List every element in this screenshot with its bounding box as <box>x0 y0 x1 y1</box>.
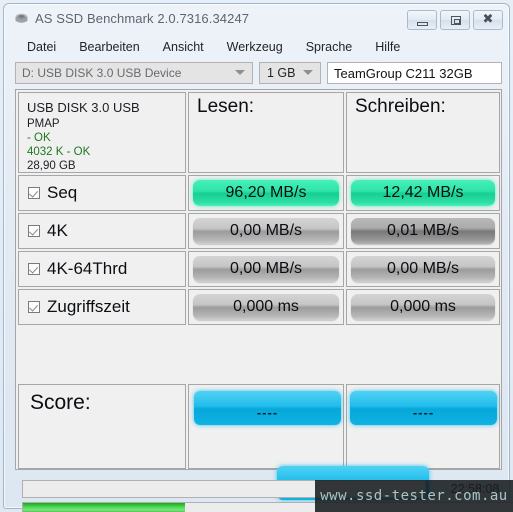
progress-bar-fill <box>23 503 186 512</box>
row-label-4k-64thrd[interactable]: 4K-64Thrd <box>18 251 186 287</box>
score-write-value[interactable]: ---- <box>350 391 497 425</box>
menu-item-datei[interactable]: Datei <box>27 40 56 54</box>
menu-item-sprache[interactable]: Sprache <box>306 40 353 54</box>
menu-bar: Datei Bearbeiten Ansicht Werkzeug Sprach… <box>5 36 508 58</box>
selector-row: D: USB DISK 3.0 USB Device 1 GB TeamGrou… <box>15 62 502 84</box>
row-label-4k[interactable]: 4K <box>18 213 186 249</box>
cell-4k-64thrd-write: 0,00 MB/s <box>346 251 500 287</box>
value-4k-write[interactable]: 0,01 MB/s <box>351 218 495 244</box>
drive-driver-status: - OK <box>27 132 51 144</box>
minimize-icon <box>417 22 428 26</box>
value-zugriffszeit-write[interactable]: 0,000 ms <box>351 294 495 320</box>
results-grid: USB DISK 3.0 USB PMAP - OK 4032 K - OK 2… <box>15 89 502 500</box>
drive-alignment: 4032 K - OK <box>27 146 91 158</box>
window-title: AS SSD Benchmark 2.0.7316.34247 <box>35 11 250 26</box>
value-zugriffszeit-read[interactable]: 0,000 ms <box>193 294 339 320</box>
value-4k-64thrd-read[interactable]: 0,00 MB/s <box>193 256 339 282</box>
score-label-cell: Score: <box>18 384 186 469</box>
row-label-4k-64thrd-text: 4K-64Thrd <box>47 259 128 278</box>
row-label-4k-text: 4K <box>47 221 68 240</box>
disk-drive-icon <box>15 13 28 23</box>
score-label: Score: <box>30 391 91 414</box>
drive-select[interactable]: D: USB DISK 3.0 USB Device <box>15 62 253 84</box>
value-seq-read[interactable]: 96,20 MB/s <box>193 180 339 206</box>
size-select-value: 1 GB <box>267 66 296 80</box>
row-label-seq[interactable]: Seq <box>18 175 186 211</box>
menu-item-werkzeug[interactable]: Werkzeug <box>227 40 283 54</box>
cell-zugriffszeit-read: 0,000 ms <box>188 289 344 325</box>
restore-icon <box>451 16 461 25</box>
drive-capacity: 28,90 GB <box>27 160 76 172</box>
checkbox-4k-64thrd[interactable] <box>28 263 40 275</box>
cell-4k-read: 0,00 MB/s <box>188 213 344 249</box>
device-name-value: TeamGroup C211 32GB <box>334 65 473 81</box>
watermark-overlay: www.ssd-tester.com.au <box>315 480 513 512</box>
title-bar: AS SSD Benchmark 2.0.7316.34247 ✖ <box>4 4 509 36</box>
checkbox-seq[interactable] <box>28 187 40 199</box>
checkbox-4k[interactable] <box>28 225 40 237</box>
menu-item-hilfe[interactable]: Hilfe <box>375 40 400 54</box>
minimize-button[interactable] <box>407 10 437 30</box>
value-4k-read[interactable]: 0,00 MB/s <box>193 218 339 244</box>
score-write-cell: ---- <box>346 384 500 469</box>
close-button[interactable]: ✖ <box>473 10 503 30</box>
score-read-cell: ---- <box>188 384 344 469</box>
column-header-write-label: Schreiben: <box>355 96 446 117</box>
drive-select-value: D: USB DISK 3.0 USB Device <box>22 66 182 80</box>
cell-4k-write: 0,01 MB/s <box>346 213 500 249</box>
score-read-value[interactable]: ---- <box>194 391 341 425</box>
cell-4k-64thrd-read: 0,00 MB/s <box>188 251 344 287</box>
row-label-zugriffszeit[interactable]: Zugriffszeit <box>18 289 186 325</box>
cell-zugriffszeit-write: 0,000 ms <box>346 289 500 325</box>
close-icon: ✖ <box>482 12 494 27</box>
value-4k-64thrd-write[interactable]: 0,00 MB/s <box>351 256 495 282</box>
menu-item-bearbeiten[interactable]: Bearbeiten <box>79 40 139 54</box>
drive-firmware: PMAP <box>27 118 60 130</box>
column-header-read: Lesen: <box>188 92 344 173</box>
column-header-write: Schreiben: <box>346 92 500 173</box>
drive-info-panel: USB DISK 3.0 USB PMAP - OK 4032 K - OK 2… <box>18 92 186 173</box>
window-frame: AS SSD Benchmark 2.0.7316.34247 ✖ Datei … <box>3 3 513 512</box>
maximize-button[interactable] <box>440 10 470 30</box>
window-controls: ✖ <box>407 10 503 30</box>
drive-model: USB DISK 3.0 USB <box>27 100 140 115</box>
chevron-down-icon <box>303 70 313 75</box>
cell-seq-read: 96,20 MB/s <box>188 175 344 211</box>
cell-seq-write: 12,42 MB/s <box>346 175 500 211</box>
menu-item-ansicht[interactable]: Ansicht <box>163 40 204 54</box>
row-label-seq-text: Seq <box>47 183 78 202</box>
row-label-zugriffszeit-text: Zugriffszeit <box>47 297 130 316</box>
value-seq-write[interactable]: 12,42 MB/s <box>351 180 495 206</box>
watermark-text: www.ssd-tester.com.au <box>320 488 508 504</box>
column-header-read-label: Lesen: <box>197 96 255 117</box>
device-name-input[interactable]: TeamGroup C211 32GB <box>327 62 502 84</box>
size-select[interactable]: 1 GB <box>259 62 321 84</box>
application-window: AS SSD Benchmark 2.0.7316.34247 ✖ Datei … <box>0 0 513 512</box>
chevron-down-icon <box>235 70 245 75</box>
checkbox-zugriffszeit[interactable] <box>28 301 40 313</box>
client-area: D: USB DISK 3.0 USB Device 1 GB TeamGrou… <box>11 58 513 512</box>
